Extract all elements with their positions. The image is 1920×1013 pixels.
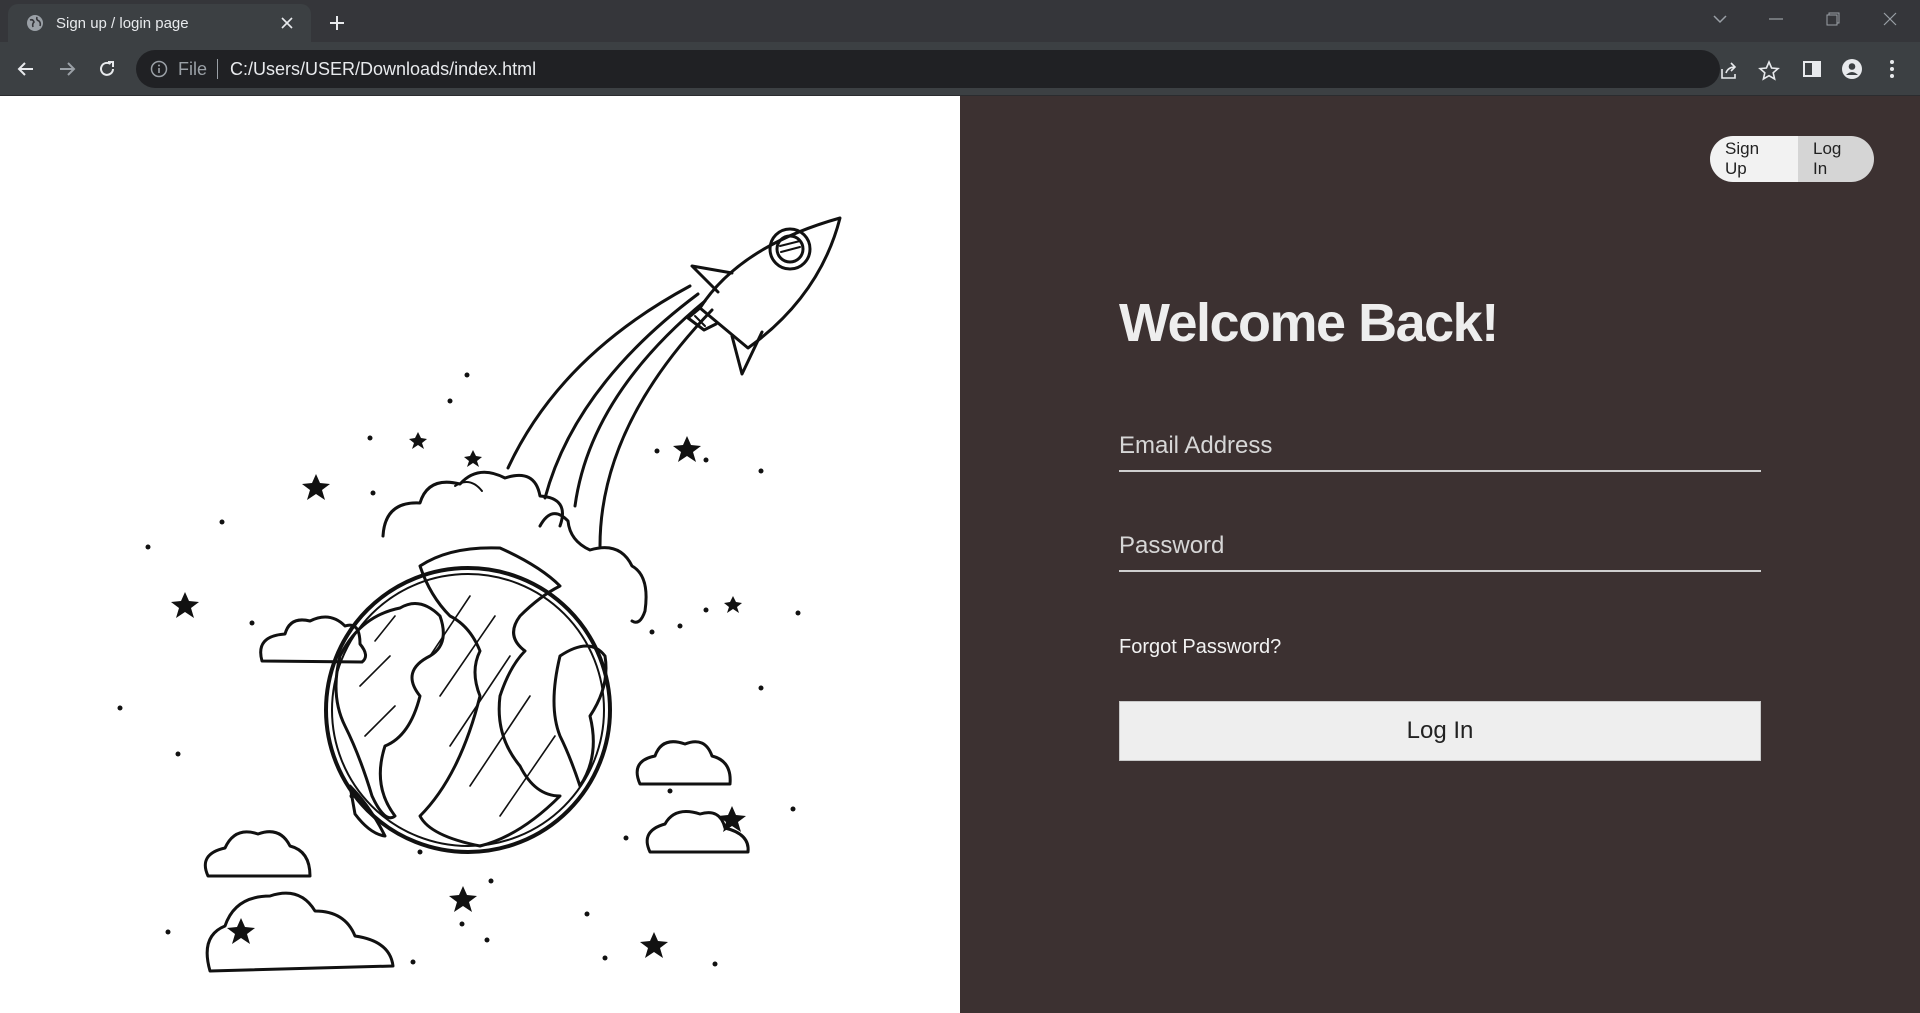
browser-tabstrip: Sign up / login page [0, 0, 1920, 42]
email-field[interactable] [1119, 416, 1761, 470]
address-bar[interactable]: File C:/Users/USER/Downloads/index.html [136, 50, 1780, 88]
password-field-wrapper [1119, 516, 1761, 572]
bookmark-star-icon[interactable] [1758, 60, 1780, 82]
browser-tab[interactable]: Sign up / login page [8, 4, 311, 42]
restore-icon[interactable] [1805, 0, 1861, 38]
illustration-panel [0, 96, 960, 1013]
tab-search-icon[interactable] [1692, 0, 1748, 38]
forward-arrow-icon[interactable] [51, 53, 83, 85]
profile-avatar-icon[interactable] [1840, 57, 1864, 81]
address-url[interactable]: C:/Users/USER/Downloads/index.html [230, 59, 536, 80]
close-icon[interactable] [275, 11, 299, 35]
kebab-menu-icon[interactable] [1880, 57, 1904, 81]
close-window-icon[interactable] [1862, 0, 1918, 38]
globe-icon [26, 14, 44, 32]
login-toggle-button[interactable]: Log In [1798, 136, 1874, 182]
address-divider [217, 59, 219, 79]
forgot-password-link[interactable]: Forgot Password? [1119, 636, 1281, 659]
tab-title: Sign up / login page [56, 14, 189, 32]
reload-icon[interactable] [91, 53, 123, 85]
login-panel: Sign Up Log In Welcome Back! Forgot Pass… [960, 96, 1920, 1013]
auth-toggle: Sign Up Log In [1710, 136, 1874, 182]
email-field-wrapper [1119, 416, 1761, 472]
page-title: Welcome Back! [1119, 293, 1499, 353]
back-arrow-icon[interactable] [10, 53, 42, 85]
info-icon[interactable] [150, 60, 168, 78]
login-submit-button[interactable]: Log In [1119, 701, 1761, 761]
password-field[interactable] [1119, 516, 1761, 570]
signup-toggle-button[interactable]: Sign Up [1710, 136, 1798, 182]
side-panel-icon[interactable] [1800, 57, 1824, 81]
new-tab-button[interactable] [322, 8, 352, 38]
address-scheme: File [178, 58, 208, 79]
browser-toolbar: File C:/Users/USER/Downloads/index.html [0, 42, 1920, 96]
share-icon[interactable] [1718, 60, 1740, 82]
rocket-earth-illustration [117, 216, 842, 973]
page-viewport: Sign Up Log In Welcome Back! Forgot Pass… [0, 96, 1920, 1013]
minimize-icon[interactable] [1748, 0, 1804, 38]
